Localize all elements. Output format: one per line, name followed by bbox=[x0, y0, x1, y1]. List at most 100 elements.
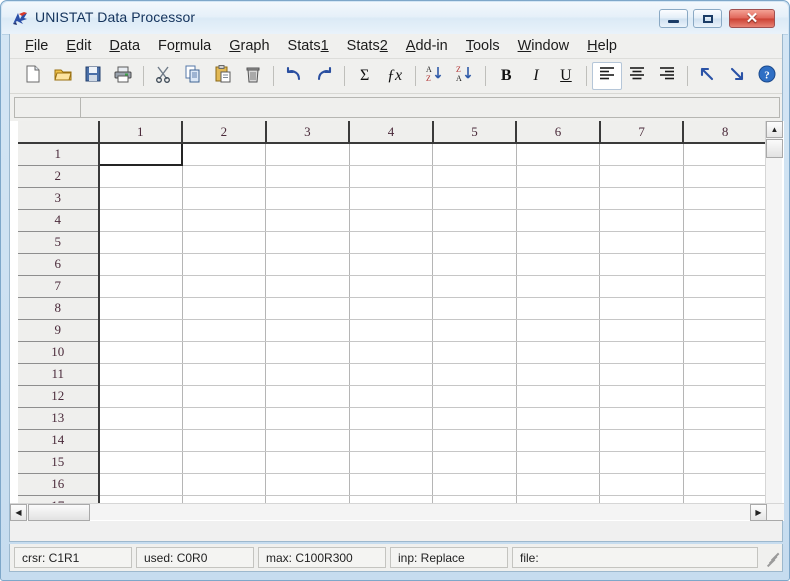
cell-C1R1[interactable] bbox=[97, 142, 184, 166]
cell-C7R3[interactable] bbox=[599, 187, 684, 210]
cell-C2R9[interactable] bbox=[182, 319, 267, 342]
cell-C5R10[interactable] bbox=[432, 341, 517, 364]
cell-C1R9[interactable] bbox=[98, 319, 183, 342]
cut-button[interactable] bbox=[149, 62, 179, 90]
cell-C4R15[interactable] bbox=[349, 451, 434, 474]
column-header-6[interactable]: 6 bbox=[516, 121, 601, 144]
cell-C2R13[interactable] bbox=[182, 407, 267, 430]
cell-C1R12[interactable] bbox=[98, 385, 183, 408]
cell-C8R11[interactable] bbox=[683, 363, 768, 386]
cell-C7R7[interactable] bbox=[599, 275, 684, 298]
cell-C3R9[interactable] bbox=[265, 319, 350, 342]
cell-C8R12[interactable] bbox=[683, 385, 768, 408]
cell-C7R14[interactable] bbox=[599, 429, 684, 452]
cell-C7R4[interactable] bbox=[599, 209, 684, 232]
cell-C2R11[interactable] bbox=[182, 363, 267, 386]
cell-C6R4[interactable] bbox=[516, 209, 601, 232]
cell-C2R5[interactable] bbox=[182, 231, 267, 254]
cell-C7R12[interactable] bbox=[599, 385, 684, 408]
cell-C8R5[interactable] bbox=[683, 231, 768, 254]
cell-C7R9[interactable] bbox=[599, 319, 684, 342]
cell-C8R13[interactable] bbox=[683, 407, 768, 430]
cell-C8R7[interactable] bbox=[683, 275, 768, 298]
cell-C3R3[interactable] bbox=[265, 187, 350, 210]
sort-ascending-button[interactable]: AZ bbox=[421, 62, 451, 90]
scroll-left-icon[interactable]: ◀ bbox=[10, 504, 27, 521]
cell-C5R3[interactable] bbox=[432, 187, 517, 210]
row-header-13[interactable]: 13 bbox=[18, 407, 100, 430]
cell-C1R2[interactable] bbox=[98, 165, 183, 188]
cell-C7R15[interactable] bbox=[599, 451, 684, 474]
cell-C5R15[interactable] bbox=[432, 451, 517, 474]
cell-C3R1[interactable] bbox=[265, 143, 350, 166]
cell-C7R5[interactable] bbox=[599, 231, 684, 254]
menu-item-stats2[interactable]: Stats2 bbox=[338, 36, 397, 56]
help-button[interactable]: ? bbox=[752, 62, 782, 90]
sort-descending-button[interactable]: ZA bbox=[450, 62, 480, 90]
column-header-7[interactable]: 7 bbox=[599, 121, 685, 144]
cell-C3R6[interactable] bbox=[265, 253, 350, 276]
row-header-3[interactable]: 3 bbox=[18, 187, 100, 210]
cell-C6R13[interactable] bbox=[516, 407, 601, 430]
open-button[interactable] bbox=[48, 62, 78, 90]
column-header-3[interactable]: 3 bbox=[265, 121, 351, 144]
row-header-7[interactable]: 7 bbox=[18, 275, 100, 298]
column-header-2[interactable]: 2 bbox=[182, 121, 267, 144]
cell-C3R5[interactable] bbox=[265, 231, 350, 254]
cell-C8R6[interactable] bbox=[683, 253, 768, 276]
spreadsheet-grid[interactable]: 12345678 1234567891011121314151617 bbox=[10, 121, 784, 521]
cell-C4R7[interactable] bbox=[349, 275, 434, 298]
cell-C7R6[interactable] bbox=[599, 253, 684, 276]
cell-C6R7[interactable] bbox=[516, 275, 601, 298]
row-header-10[interactable]: 10 bbox=[18, 341, 100, 364]
cell-C2R10[interactable] bbox=[182, 341, 267, 364]
cell-C6R1[interactable] bbox=[516, 143, 601, 166]
cell-C2R12[interactable] bbox=[182, 385, 267, 408]
arrow-up-left-button[interactable] bbox=[693, 62, 723, 90]
cell-C7R11[interactable] bbox=[599, 363, 684, 386]
cell-C1R4[interactable] bbox=[98, 209, 183, 232]
align-right-button[interactable] bbox=[652, 62, 682, 90]
row-header-12[interactable]: 12 bbox=[18, 385, 100, 408]
italic-button[interactable]: I bbox=[521, 62, 551, 90]
cell-C4R1[interactable] bbox=[349, 143, 434, 166]
underline-button[interactable]: U bbox=[551, 62, 581, 90]
cell-C8R16[interactable] bbox=[683, 473, 768, 496]
menu-item-stats1[interactable]: Stats1 bbox=[279, 36, 338, 56]
cell-C3R14[interactable] bbox=[265, 429, 350, 452]
row-header-2[interactable]: 2 bbox=[18, 165, 100, 188]
cell-C1R16[interactable] bbox=[98, 473, 183, 496]
row-header-8[interactable]: 8 bbox=[18, 297, 100, 320]
cell-C3R11[interactable] bbox=[265, 363, 350, 386]
cell-C6R9[interactable] bbox=[516, 319, 601, 342]
cell-C6R6[interactable] bbox=[516, 253, 601, 276]
vertical-scroll-thumb[interactable] bbox=[766, 139, 783, 158]
maximize-button[interactable] bbox=[693, 9, 722, 28]
cell-C8R2[interactable] bbox=[683, 165, 768, 188]
cell-C5R5[interactable] bbox=[432, 231, 517, 254]
column-header-8[interactable]: 8 bbox=[683, 121, 768, 144]
cell-C6R3[interactable] bbox=[516, 187, 601, 210]
bold-button[interactable]: B bbox=[491, 62, 521, 90]
delete-button[interactable] bbox=[238, 62, 268, 90]
column-header-1[interactable]: 1 bbox=[98, 121, 184, 144]
cell-C4R8[interactable] bbox=[349, 297, 434, 320]
cell-C3R13[interactable] bbox=[265, 407, 350, 430]
row-header-14[interactable]: 14 bbox=[18, 429, 100, 452]
cell-C6R16[interactable] bbox=[516, 473, 601, 496]
cell-C4R4[interactable] bbox=[349, 209, 434, 232]
cell-C2R15[interactable] bbox=[182, 451, 267, 474]
menu-item-help[interactable]: Help bbox=[578, 36, 626, 56]
menu-item-tools[interactable]: Tools bbox=[457, 36, 509, 56]
cell-C4R13[interactable] bbox=[349, 407, 434, 430]
menu-item-formula[interactable]: Formula bbox=[149, 36, 220, 56]
close-button[interactable]: ✕ bbox=[729, 9, 775, 28]
cell-C5R6[interactable] bbox=[432, 253, 517, 276]
cell-C8R10[interactable] bbox=[683, 341, 768, 364]
cell-C1R3[interactable] bbox=[98, 187, 183, 210]
cell-C6R5[interactable] bbox=[516, 231, 601, 254]
cell-C5R2[interactable] bbox=[432, 165, 517, 188]
cell-C3R7[interactable] bbox=[265, 275, 350, 298]
cell-C6R2[interactable] bbox=[516, 165, 601, 188]
name-box[interactable] bbox=[14, 97, 80, 118]
